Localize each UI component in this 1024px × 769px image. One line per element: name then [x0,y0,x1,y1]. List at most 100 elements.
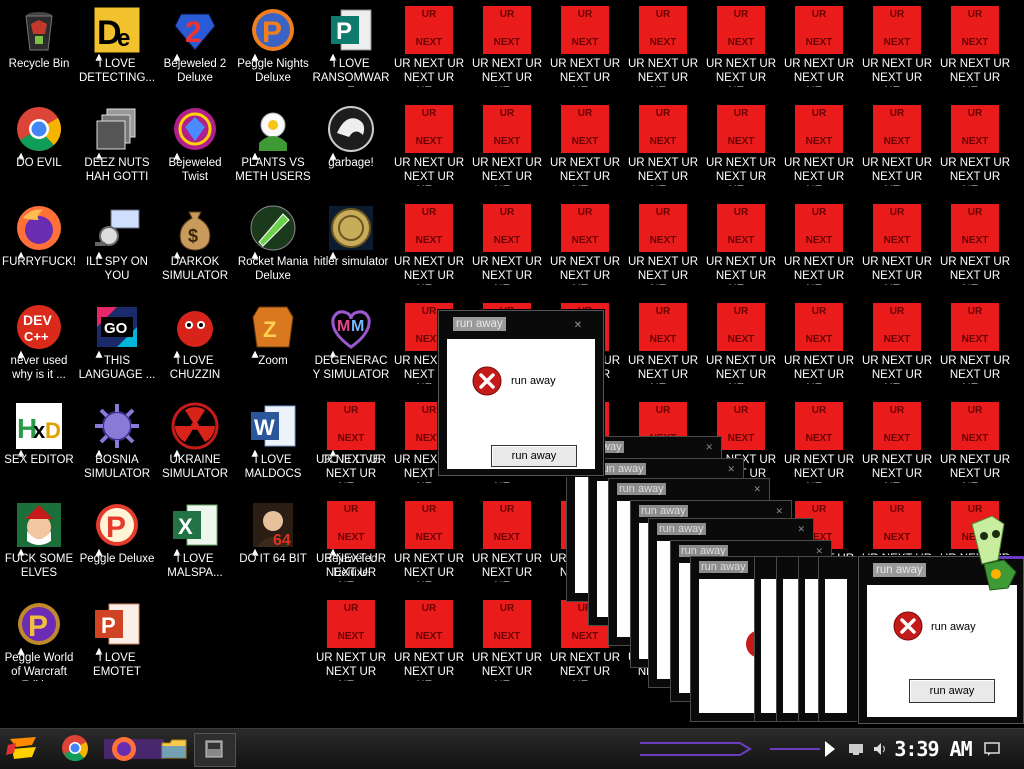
ur-next-icon-shortcut[interactable]: UR NEXT UR NEXT UR NEXT UR NE... [858,297,936,389]
desktop-icon[interactable]: Bejeweled Twist [156,99,234,191]
next-text: NEXT [883,37,911,48]
volume-icon[interactable] [872,741,888,757]
run-away-button[interactable]: run away [491,445,577,467]
desktop-icon[interactable]: $ DARKOK SIMULATOR [156,198,234,290]
ur-next-icon-shortcut[interactable]: UR NEXT UR NEXT UR NEXT UR NE... [624,0,702,92]
desktop-icon[interactable]: GO THIS LANGUAGE ... [78,297,156,389]
ur-next-icon-shortcut[interactable]: UR NEXT UR NEXT UR NEXT UR NE... [702,297,780,389]
desktop-icon-label: BOSNIA SIMULATOR [83,454,151,480]
ur-next-icon-shortcut[interactable]: UR NEXT UR NEXT UR NEXT UR NE... [624,99,702,191]
ur-next-icon-shortcut[interactable]: UR NEXT UR NEXT UR NEXT UR NE... [780,99,858,191]
ur-next-icon-shortcut[interactable]: UR NEXT UR NEXT UR NEXT UR NE... [936,0,1014,92]
desktop-icon[interactable]: Z Zoom [234,297,312,389]
ur-next-icon: UR NEXT [327,402,375,450]
ur-next-icon-shortcut[interactable]: UR NEXT UR NEXT UR NEXT UR NE... [546,0,624,92]
desktop-icon[interactable]: Recycle Bin [0,0,78,92]
publisher-icon: P [327,6,375,54]
desktop-icon[interactable]: W I LOVE MALDOCS [234,396,312,488]
ur-next-icon-shortcut[interactable]: UR NEXT UR NEXT UR NEXT UR NE... [780,198,858,290]
desktop-icon[interactable]: P Peggle World of Warcraft Edition [0,594,78,686]
desktop-icon[interactable]: 2 Bejeweled 2 Deluxe [156,0,234,92]
start-button[interactable] [6,733,42,765]
ur-next-icon-shortcut[interactable]: UR NEXT UR NEXT UR NEXT UR NE... [936,198,1014,290]
ur-next-icon-shortcut[interactable]: UR NEXT UR NEXT UR NEXT UR NE... [780,0,858,92]
desktop-icon[interactable]: I LOVE CHUZZIN [156,297,234,389]
ur-next-icon: UR NEXT [873,402,921,450]
ur-next-icon-shortcut[interactable]: UR NEXT UR NEXT UR NEXT UR NE... [468,0,546,92]
desktop-icon[interactable]: PLANTS VS METH USERS [234,99,312,191]
desktop-icon[interactable]: X I LOVE MALSPA... [156,495,234,587]
ur-next-icon-shortcut[interactable]: UR NEXT UR NEXT UR NEXT UR NE... [468,594,546,686]
ur-next-icon-shortcut[interactable]: UR NEXT UR NEXT UR NEXT UR NE... [390,0,468,92]
desktop-icon-label: UR NEXT UR NEXT UR NE... [861,256,933,285]
desktop-icon[interactable]: Rocket Mania Deluxe [234,198,312,290]
ur-next-icon-shortcut[interactable]: UR NEXT UR NEXT UR NEXT UR NE... [702,0,780,92]
desktop-icon-label: I LOVE CHUZZIN [169,355,221,381]
ur-next-icon-shortcut[interactable]: UR NEXT UR NEXT UR NEXT UR NE... [702,198,780,290]
ur-next-icon-shortcut[interactable]: UR NEXT UR NEXT UR NEXT UR NE... [624,198,702,290]
stacked-window[interactable] [818,556,860,722]
ur-next-icon-shortcut[interactable]: UR NEXT UR NEXT UR NEXT UR NE... [390,495,468,587]
taskbar-firefox-button[interactable] [104,733,164,765]
ur-next-icon-shortcut[interactable]: UR NEXT UR NEXT UR NEXT UR NE... [858,396,936,488]
desktop-icon[interactable]: P I LOVE EMOTET [78,594,156,686]
ur-next-icon-shortcut[interactable]: UR NEXT UR NEXT UR NEXT UR NE... [858,99,936,191]
next-text: NEXT [805,136,833,147]
desktop-icon[interactable]: 64 DO IT 64 BIT [234,495,312,587]
taskbar-app-button[interactable] [194,733,236,767]
ur-next-icon-shortcut[interactable]: UR NEXT UR NEXT UR NEXT UR NE... [858,198,936,290]
desktop-icon[interactable]: P Peggle Deluxe [78,495,156,587]
desktop-icon[interactable]: P Peggle Nights Deluxe [234,0,312,92]
ur-next-icon-shortcut[interactable]: UR NEXT UR NEXT UR NEXT UR NE... [312,495,390,587]
bejeweled-twist-icon [171,105,219,153]
ur-next-icon-shortcut[interactable]: UR NEXT UR NEXT UR NEXT UR NE... [936,396,1014,488]
close-icon[interactable]: ✕ [775,506,783,517]
desktop-icon[interactable]: De I LOVE DETECTING... [78,0,156,92]
ur-next-icon-shortcut[interactable]: UR NEXT UR NEXT UR NEXT UR NE... [468,495,546,587]
desktop-icon[interactable]: P I LOVE RANSOMWARE [312,0,390,92]
ur-next-icon-shortcut[interactable]: UR NEXT UR NEXT UR NEXT UR NE... [312,396,390,488]
desktop-icon[interactable]: DEV C++ never used why is it ... [0,297,78,389]
run-away-dialog[interactable]: run away ✕ run away run away [438,310,604,476]
ur-next-icon-shortcut[interactable]: UR NEXT UR NEXT UR NEXT UR NE... [546,198,624,290]
ur-next-icon-shortcut[interactable]: UR NEXT UR NEXT UR NEXT UR NE... [468,99,546,191]
desktop-icon[interactable]: FUCK SOME ELVES [0,495,78,587]
desktop-icon[interactable]: Hx D SEX EDITOR [0,396,78,488]
network-icon[interactable] [848,741,864,757]
desktop-icon[interactable]: BOSNIA SIMULATOR [78,396,156,488]
taskbar-chrome-button[interactable] [60,733,92,765]
desktop-icon[interactable]: garbage! [312,99,390,191]
ur-next-icon-shortcut[interactable]: UR NEXT UR NEXT UR NEXT UR NE... [312,594,390,686]
ur-next-icon-shortcut[interactable]: UR NEXT UR NEXT UR NEXT UR NE... [858,0,936,92]
close-icon[interactable]: ✕ [705,442,713,453]
desktop-icon[interactable]: DO EVIL [0,99,78,191]
taskbar-clock[interactable]: 3:39 AM [894,735,972,763]
desktop-icon[interactable]: ILL SPY ON YOU [78,198,156,290]
desktop-icon[interactable]: FURRYFUCK! [0,198,78,290]
ur-next-icon-shortcut[interactable]: UR NEXT UR NEXT UR NEXT UR NE... [936,99,1014,191]
close-icon[interactable]: ✕ [797,524,805,535]
desktop-icon[interactable]: hitler simulator [312,198,390,290]
notification-icon[interactable] [984,741,1000,757]
close-icon[interactable]: ✕ [573,321,583,331]
ur-next-icon-shortcut[interactable]: UR NEXT UR NEXT UR NEXT UR NE... [780,396,858,488]
close-icon[interactable]: ✕ [753,484,761,495]
ur-next-icon-shortcut[interactable]: UR NEXT UR NEXT UR NEXT UR NE... [390,198,468,290]
desktop-icon-label: UR NEXT UR NEXT UR NE... [315,553,387,582]
desktop-icon[interactable]: M M DEGENERACY SIMULATOR [312,297,390,389]
desktop-icon-label: UR NEXT UR NEXT UR NE... [939,157,1011,186]
ur-next-icon-shortcut[interactable]: UR NEXT UR NEXT UR NEXT UR NE... [936,297,1014,389]
close-icon[interactable]: ✕ [727,464,735,475]
ur-next-icon-shortcut[interactable]: UR NEXT UR NEXT UR NEXT UR NE... [780,297,858,389]
ur-next-icon-shortcut[interactable]: UR NEXT UR NEXT UR NEXT UR NE... [624,297,702,389]
run-away-button[interactable]: run away [909,679,995,703]
desktop-icon[interactable]: UKRAINE SIMULATOR [156,396,234,488]
ur-next-icon-shortcut[interactable]: UR NEXT UR NEXT UR NEXT UR NE... [390,99,468,191]
ur-next-icon-shortcut[interactable]: UR NEXT UR NEXT UR NEXT UR NE... [702,99,780,191]
taskbar-explorer-button[interactable] [160,733,190,765]
ur-next-icon-shortcut[interactable]: UR NEXT UR NEXT UR NEXT UR NE... [546,99,624,191]
ur-next-icon: UR NEXT [717,204,765,252]
ur-next-icon-shortcut[interactable]: UR NEXT UR NEXT UR NEXT UR NE... [390,594,468,686]
ur-next-icon-shortcut[interactable]: UR NEXT UR NEXT UR NEXT UR NE... [468,198,546,290]
desktop-icon[interactable]: DEEZ NUTS HAH GOTTI [78,99,156,191]
